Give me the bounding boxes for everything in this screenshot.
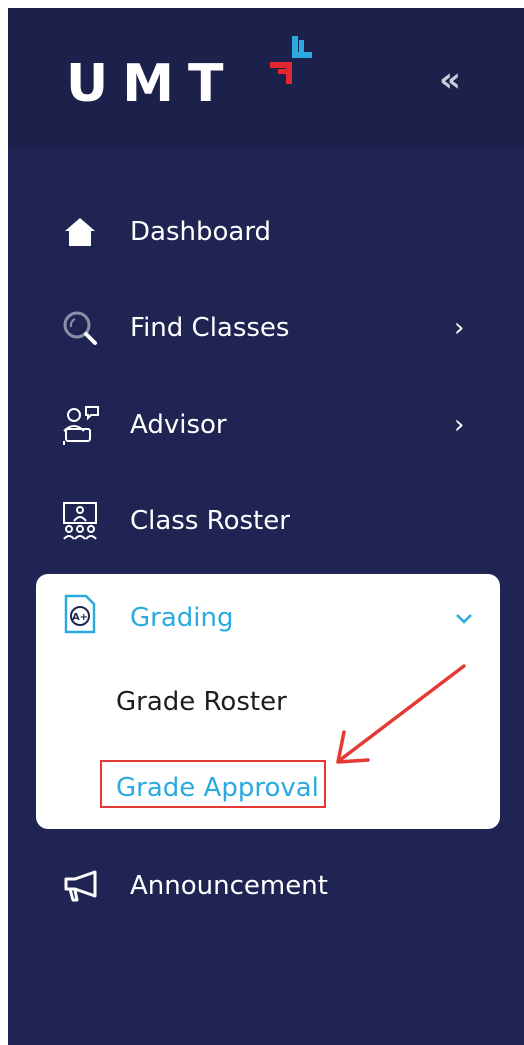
sidebar: UMT « Dashboard Find Classes › Advisor ›… (8, 8, 524, 1045)
grade-a-plus-icon: A+ (60, 594, 100, 634)
nav-item-dashboard[interactable]: Dashboard (8, 192, 524, 272)
annotation-highlight-box (100, 760, 326, 808)
chevron-right-icon: › (454, 410, 465, 440)
home-icon (60, 212, 100, 252)
svg-text:A+: A+ (72, 612, 88, 623)
nav-item-announcement[interactable]: Announcement (8, 846, 524, 926)
nav-label-announcement: Announcement (130, 871, 328, 901)
megaphone-icon (60, 866, 100, 906)
search-icon (60, 308, 100, 348)
nav-label-dashboard: Dashboard (130, 217, 272, 247)
chevron-right-icon: › (454, 313, 465, 343)
nav-item-find-classes[interactable]: Find Classes › (8, 288, 524, 368)
umt-plus-mark-icon (270, 36, 312, 84)
class-roster-icon (60, 501, 100, 541)
nav-label-class-roster: Class Roster (130, 506, 290, 536)
nav-item-advisor[interactable]: Advisor › (8, 385, 524, 465)
annotation-arrow-icon (336, 664, 466, 764)
collapse-sidebar-button[interactable]: « (428, 58, 472, 102)
logo-band: UMT « (8, 8, 524, 146)
nav-label-grading: Grading (130, 603, 234, 633)
nav-item-grading[interactable]: A+ Grading (36, 574, 500, 664)
nav-item-class-roster[interactable]: Class Roster (8, 481, 524, 561)
advisor-icon (60, 405, 100, 445)
nav-label-advisor: Advisor (130, 410, 227, 440)
umt-logo: UMT (66, 54, 238, 114)
double-chevron-left-icon: « (439, 60, 461, 100)
nav-label-find-classes: Find Classes (130, 313, 290, 343)
chevron-down-icon (456, 614, 472, 624)
subnav-item-grade-roster[interactable]: Grade Roster (116, 686, 287, 718)
